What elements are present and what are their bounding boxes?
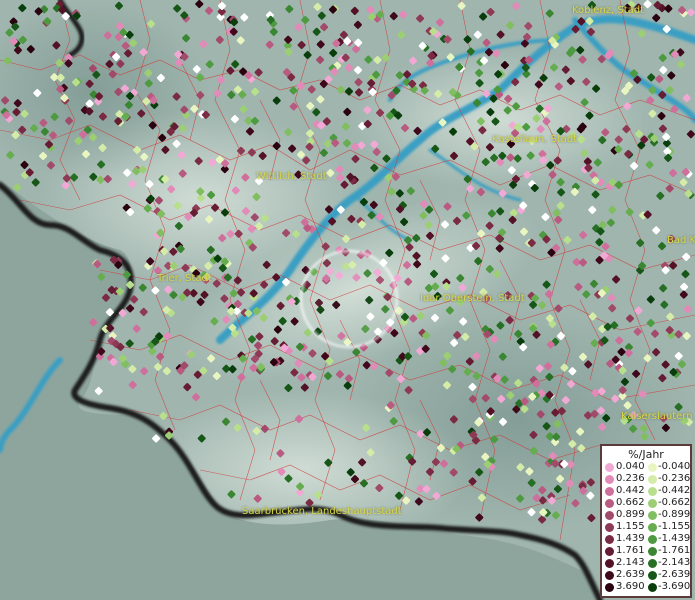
city-label-bad-kreuznach: Bad K (667, 235, 695, 246)
legend-value-positive: 0.040 (616, 461, 645, 472)
legend-swatch-positive (605, 583, 614, 592)
legend-value-positive: 0.442 (616, 485, 645, 496)
city-label-kaiserslautern: Kaiserslautern (621, 411, 693, 422)
legend-swatch-positive (605, 487, 614, 496)
legend-value-positive: 0.236 (616, 473, 645, 484)
legend: %/Jahr 0.040 -0.040 0.236 -0.236 0.442 -0.442… (600, 444, 692, 598)
legend-swatch-negative (648, 571, 657, 580)
legend-swatch-positive (605, 523, 614, 532)
legend-value-positive: 2.639 (616, 569, 645, 580)
legend-value-positive: 1.439 (616, 533, 645, 544)
legend-swatch-positive (605, 463, 614, 472)
legend-swatch-positive (605, 511, 614, 520)
legend-unit: %/Jahr (628, 448, 664, 461)
legend-swatch-negative (648, 523, 657, 532)
legend-value-negative: -3.690 (658, 581, 691, 592)
legend-value-positive: 2.143 (616, 557, 645, 568)
legend-value-negative: -1.761 (658, 545, 691, 556)
legend-swatch-positive (605, 535, 614, 544)
legend-value-negative: -0.442 (658, 485, 691, 496)
legend-swatch-negative (648, 475, 657, 484)
legend-value-positive: 1.155 (616, 521, 645, 532)
legend-swatch-positive (605, 571, 614, 580)
legend-swatch-positive (605, 559, 614, 568)
city-label-saarbruecken: Saarbrücken, Landeshauptstadt (242, 506, 402, 517)
legend-value-negative: -0.899 (658, 509, 691, 520)
legend-swatch-negative (648, 559, 657, 568)
legend-swatch-negative (648, 487, 657, 496)
city-label-trier: Trier, Stadt (157, 273, 212, 284)
legend-swatch-negative (648, 499, 657, 508)
legend-value-positive: 3.690 (616, 581, 645, 592)
city-label-kastellaun: Kastellaun, Stadt (492, 134, 578, 145)
city-label-koblenz: Koblenz, Stadt (572, 5, 645, 16)
legend-swatch-negative (648, 547, 657, 556)
city-label-idar-oberstein: Idar-Oberstein, Stadt (420, 293, 525, 304)
legend-swatch-negative (648, 511, 657, 520)
legend-value-positive: 0.899 (616, 509, 645, 520)
legend-swatch-negative (648, 583, 657, 592)
legend-value-positive: 0.662 (616, 497, 645, 508)
legend-swatch-positive (605, 499, 614, 508)
map-view[interactable]: Koblenz, Stadt Kastellaun, Stadt Wittlic… (0, 0, 695, 600)
city-label-wittlich: Wittlich, Stadt (256, 171, 327, 182)
focus-circle[interactable] (300, 250, 398, 348)
legend-value-negative: -2.143 (658, 557, 691, 568)
legend-value-negative: -2.639 (658, 569, 691, 580)
legend-swatch-negative (648, 463, 657, 472)
legend-value-positive: 1.761 (616, 545, 645, 556)
legend-swatch-negative (648, 535, 657, 544)
legend-swatch-positive (605, 547, 614, 556)
legend-value-negative: -1.439 (658, 533, 691, 544)
legend-value-negative: -0.236 (658, 473, 691, 484)
legend-swatch-positive (605, 475, 614, 484)
legend-value-negative: -0.662 (658, 497, 691, 508)
legend-value-negative: -1.155 (658, 521, 691, 532)
legend-value-negative: -0.040 (658, 461, 691, 472)
